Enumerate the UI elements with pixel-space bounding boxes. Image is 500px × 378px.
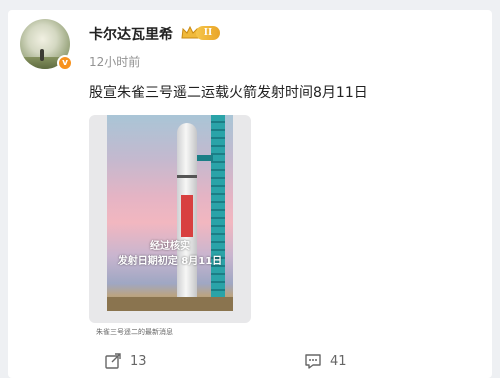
avatar-figure bbox=[40, 49, 44, 61]
repost-icon bbox=[105, 353, 121, 369]
rocket-ring bbox=[177, 175, 197, 178]
media-caption: 朱雀三号遥二的最新消息 bbox=[96, 328, 173, 336]
tower-arm bbox=[197, 155, 213, 161]
media-page-dots bbox=[89, 315, 251, 323]
comment-icon bbox=[305, 354, 321, 369]
launch-ground bbox=[107, 297, 233, 311]
rocket-stripe bbox=[181, 195, 193, 237]
comment-button[interactable]: 41 bbox=[304, 350, 347, 372]
verified-badge-icon: v bbox=[57, 55, 73, 71]
vip-level-badge[interactable]: II bbox=[196, 26, 220, 40]
launch-tower bbox=[211, 115, 225, 311]
post-actions: 13 41 bbox=[8, 348, 492, 378]
rocket-video[interactable]: 经过核实 发射日期初定 8月11日 bbox=[107, 115, 233, 311]
repost-count: 13 bbox=[130, 353, 147, 369]
post-time[interactable]: 12小时前 bbox=[89, 53, 140, 70]
media-thumbnail[interactable]: 经过核实 发射日期初定 8月11日 bbox=[89, 115, 251, 323]
post-text: 股宣朱雀三号遥二运载火箭发射时间8月11日 bbox=[89, 85, 368, 101]
comment-count: 41 bbox=[330, 353, 347, 369]
overlay-line-2: 发射日期初定 8月11日 bbox=[117, 256, 223, 267]
author-name[interactable]: 卡尔达瓦里希 bbox=[89, 24, 173, 44]
overlay-line-1: 经过核实 bbox=[150, 241, 190, 252]
repost-button[interactable]: 13 bbox=[104, 350, 147, 372]
